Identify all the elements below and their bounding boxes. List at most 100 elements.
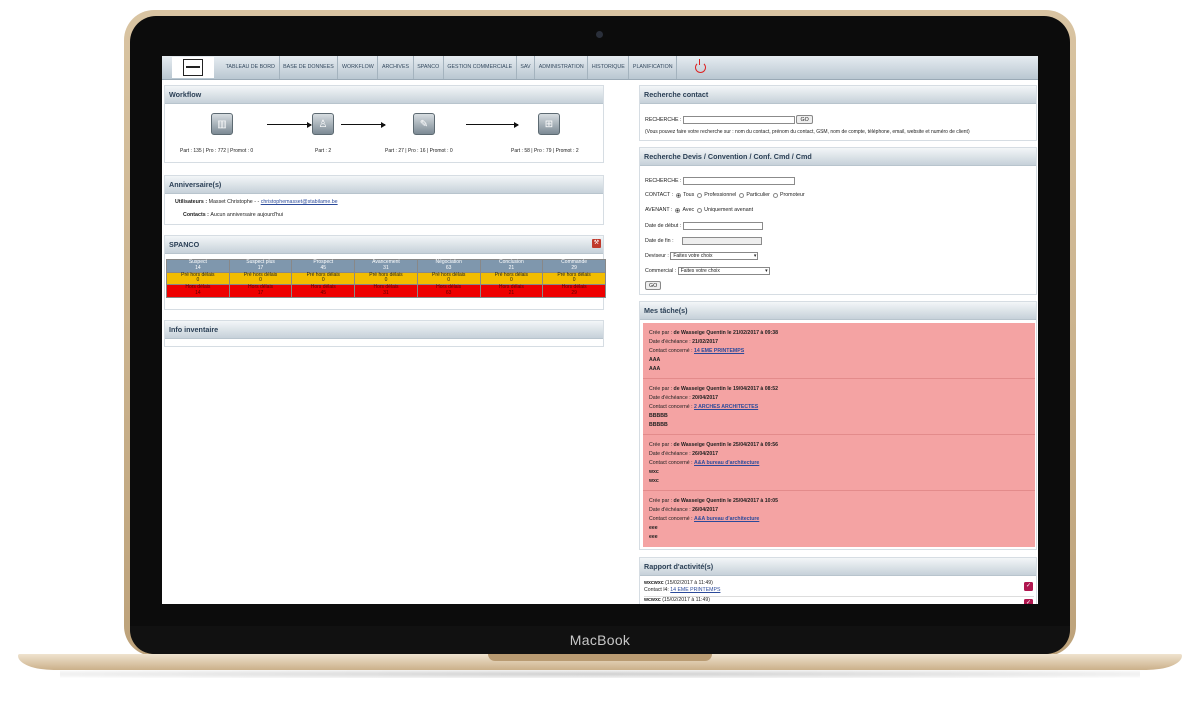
nav-planification[interactable]: PLANIFICATION — [629, 56, 678, 79]
task-item[interactable]: Crée par : de Wasseige Quentin le 21/02/… — [643, 323, 1035, 379]
task-contact-link[interactable]: A&A bureau d'architecture — [694, 516, 759, 522]
rapport-item[interactable]: wxcwxc (15/02/2017 à 11:49) Contact l4: … — [644, 580, 1034, 597]
rapport-item-contact: Contact l4: 14 EME PRINTEMPS — [644, 587, 721, 593]
check-icon[interactable]: ✓ — [1024, 582, 1033, 591]
spanco-pre-cell[interactable]: Pré hors délais 0 — [479, 271, 544, 286]
date-fin-input[interactable] — [682, 237, 763, 245]
nav-base-de-donnees[interactable]: BASE DE DONNEES — [280, 56, 339, 79]
arrow-icon — [341, 121, 386, 128]
users-email-link[interactable]: christophemasset@stabilame.be — [261, 199, 338, 205]
spanco-pre-cell[interactable]: Pré hors délais 0 — [291, 271, 356, 286]
spanco-pre-cell[interactable]: Pré hors délais 0 — [416, 271, 481, 286]
spanco-col[interactable]: Commande 29 — [542, 259, 606, 273]
spanco-hors-cell[interactable]: Hors délais 14 — [166, 284, 230, 298]
task-item[interactable]: Crée par : de Wasseige Quentin le 25/04/… — [643, 491, 1035, 546]
recherche-input[interactable] — [682, 115, 795, 124]
devis-deviseur-row: Deviseur : Faites votre choix — [645, 252, 759, 260]
workflow-title: Workflow — [165, 86, 603, 104]
spanco-col[interactable]: Suspect 14 — [166, 259, 230, 273]
date-debut-label: Date de début : — [645, 223, 682, 229]
spanco-hors-cell[interactable]: Hors délais 63 — [416, 284, 481, 298]
task-item[interactable]: Crée par : de Wasseige Quentin le 19/04/… — [643, 379, 1035, 435]
spanco-pre-cell[interactable]: Pré hors délais 0 — [228, 271, 293, 286]
building-icon[interactable]: ▥ — [211, 113, 233, 135]
nav-sav[interactable]: SAV — [517, 56, 536, 79]
people-icon[interactable]: ♙ — [312, 113, 334, 135]
device-brand: MacBook — [569, 632, 631, 648]
commercial-select[interactable]: Faites votre choix — [677, 267, 770, 275]
nav-spanco[interactable]: SPANCO — [414, 56, 444, 79]
rapport-contact-link[interactable]: 14 EME PRINTEMPS — [670, 587, 720, 593]
arrow-icon — [267, 121, 312, 128]
task-creator: Crée par : de Wasseige Quentin le 19/04/… — [649, 386, 779, 392]
devis-recherche-label: RECHERCHE : — [645, 178, 682, 184]
spanco-hors-cell[interactable]: Hors délais 31 — [354, 284, 418, 298]
app-logo[interactable] — [172, 57, 214, 78]
spanco-col[interactable]: Suspect plus 17 — [228, 259, 293, 273]
anniversaire-panel: Anniversaire(s) Utilisateurs : Masset Ch… — [164, 175, 604, 225]
spanco-pre-cell[interactable]: Pré hors délais 0 — [354, 271, 418, 286]
users-value: Masset Christophe - - — [208, 199, 260, 205]
radio-tous[interactable] — [676, 192, 682, 198]
recherche-go-button[interactable]: GO — [796, 115, 813, 124]
main-menu: TABLEAU DE BORD BASE DE DONNEES WORKFLOW… — [222, 56, 678, 79]
recherche-contact-panel: Recherche contact RECHERCHE : GO (Vous p… — [639, 85, 1037, 141]
logout-button[interactable] — [691, 59, 709, 76]
devis-recherche-input[interactable] — [682, 177, 795, 185]
radio-avec[interactable] — [675, 207, 681, 213]
spanco-export-icon[interactable]: ⚒ — [592, 239, 601, 248]
nav-gestion-commerciale[interactable]: GESTION COMMERCIALE — [444, 56, 517, 79]
users-label: Utilisateurs : — [175, 199, 208, 205]
spanco-hors-cell[interactable]: Hors délais 29 — [542, 284, 606, 298]
task-due: Date d'échéance : 26/04/2017 — [649, 451, 719, 457]
task-line: wxc — [649, 478, 659, 484]
radio-promoteur[interactable] — [772, 192, 778, 198]
radio-uniquement-avenant[interactable] — [697, 207, 703, 213]
date-debut-input[interactable] — [682, 222, 763, 230]
nav-tableau-de-bord[interactable]: TABLEAU DE BORD — [222, 56, 280, 79]
date-fin-label: Date de fin : — [645, 238, 674, 244]
nav-archives[interactable]: ARCHIVES — [378, 56, 414, 79]
task-contact-link[interactable]: 14 EME PRINTEMPS — [694, 348, 744, 354]
task-contact-link[interactable]: 2 ARCHES ARCHITECTES — [694, 404, 758, 410]
contract-icon[interactable]: ✎ — [413, 113, 435, 135]
spanco-title: SPANCO — [165, 236, 603, 254]
radio-label: Promoteur — [779, 192, 805, 198]
workflow-panel: Workflow ▥ ♙ ✎ ⊞ Part : 135 | Pro : 772 … — [164, 85, 604, 163]
task-contact-link[interactable]: A&A bureau d'architecture — [694, 460, 759, 466]
nav-workflow[interactable]: WORKFLOW — [338, 56, 379, 79]
spanco-hors-cell[interactable]: Hors délais 21 — [479, 284, 544, 298]
spanco-col[interactable]: Conclusion 21 — [479, 259, 544, 273]
devis-date-fin-row: Date de fin : — [645, 237, 763, 245]
spanco-pre-cell[interactable]: Pré hors délais 0 — [542, 271, 606, 286]
deviseur-select[interactable]: Faites votre choix — [670, 252, 759, 260]
spanco-pre-cell[interactable]: Pré hors délais 0 — [166, 271, 230, 286]
task-line: AAA — [649, 366, 661, 372]
devis-go-row: GO — [645, 281, 662, 290]
radio-particulier[interactable] — [739, 192, 745, 198]
spanco-col[interactable]: Avancement 31 — [354, 259, 418, 273]
task-item[interactable]: Crée par : de Wasseige Quentin le 25/04/… — [643, 435, 1035, 491]
devis-go-button[interactable]: GO — [645, 281, 662, 290]
rapport-panel: Rapport d'activité(s) wxcwxc (15/02/2017… — [639, 557, 1037, 604]
laptop-shadow — [60, 670, 1140, 678]
spanco-col[interactable]: Prospect 45 — [291, 259, 356, 273]
nav-historique[interactable]: HISTORIQUE — [588, 56, 630, 79]
check-icon[interactable]: ✓ — [1024, 599, 1033, 604]
rapport-item[interactable]: wcwxc (15/02/2017 à 11:49) ✓ — [644, 597, 1034, 604]
task-creator: Crée par : de Wasseige Quentin le 25/04/… — [649, 498, 779, 504]
spanco-hors-cell[interactable]: Hors délais 45 — [291, 284, 356, 298]
inventaire-title: Info inventaire — [165, 321, 603, 339]
laptop-notch — [488, 654, 712, 661]
task-line: AAA — [649, 357, 661, 363]
spanco-col[interactable]: Négociation 63 — [416, 259, 481, 273]
spanco-hors-cell[interactable]: Hors délais 17 — [228, 284, 293, 298]
nav-administration[interactable]: ADMINISTRATION — [535, 56, 589, 79]
devis-date-debut-row: Date de début : — [645, 222, 763, 230]
arrow-icon — [466, 121, 519, 128]
workflow-stat: Part : 135 | Pro : 772 | Promot : 0 — [180, 148, 254, 154]
cart-icon[interactable]: ⊞ — [538, 113, 560, 135]
workflow-stat: Part : 2 — [315, 148, 332, 154]
radio-professionnel[interactable] — [697, 192, 703, 198]
task-due: Date d'échéance : 26/04/2017 — [649, 507, 719, 513]
